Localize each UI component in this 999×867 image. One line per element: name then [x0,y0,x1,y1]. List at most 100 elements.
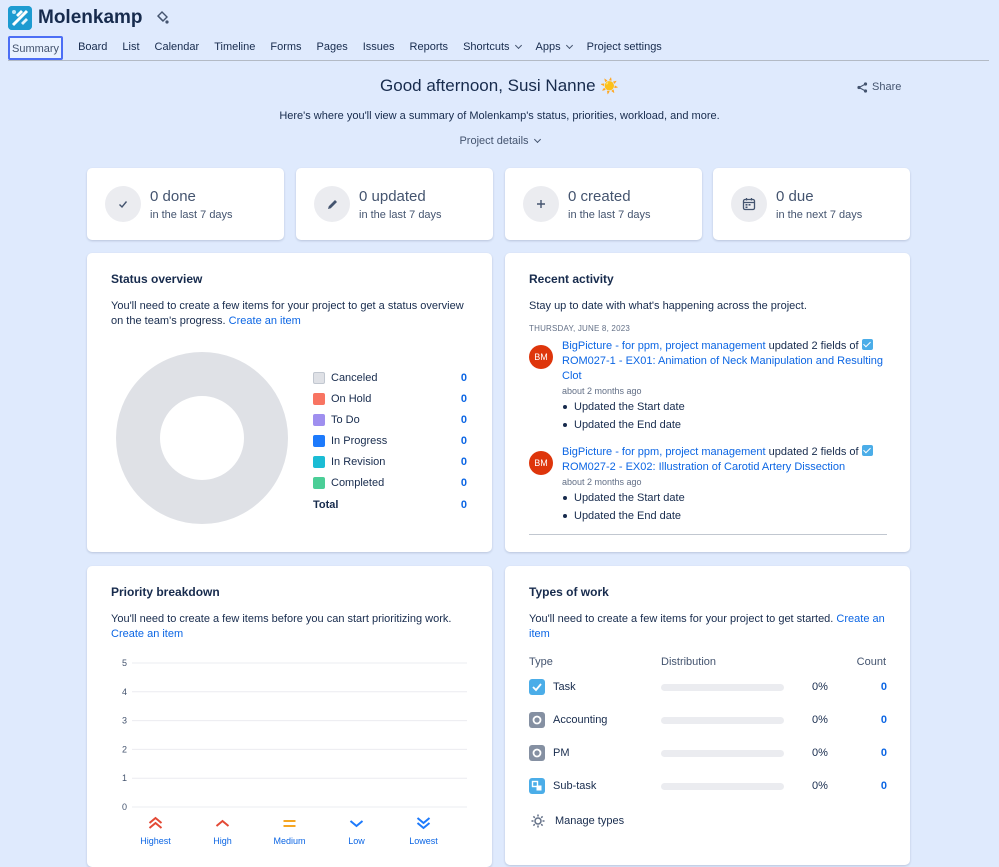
tab-timeline[interactable]: Timeline [207,36,262,60]
tab-list[interactable]: List [115,36,146,60]
stat-value: 0 updated [359,187,426,205]
project-details-toggle[interactable]: Project details [0,135,999,147]
x-tick-label[interactable]: Lowest [409,836,438,846]
legend-count-link[interactable]: 0 [461,456,467,468]
column-header-distribution: Distribution [661,656,717,668]
recent-activity-title: Recent activity [529,272,614,286]
project-header: Molenkamp [8,6,169,30]
type-count-link[interactable]: 0 [852,681,887,693]
types-of-work-card: Types of work You'll need to create a fe… [505,566,910,865]
status-donut-chart [116,352,288,524]
stat-card-created[interactable]: 0 created in the last 7 days [505,168,702,240]
pm-icon [529,745,545,761]
legend-count-link[interactable]: 0 [461,435,467,447]
create-item-link[interactable]: Create an item [111,628,183,640]
types-of-work-text: You'll need to create a few items for yo… [529,612,891,642]
legend-label: In Progress [331,434,388,447]
tab-shortcuts[interactable]: Shortcuts [456,36,527,60]
legend-count-link[interactable]: 0 [461,477,467,489]
legend-row-on-hold: On Hold 0 [313,388,467,409]
task-icon [861,445,873,456]
type-count-link[interactable]: 0 [852,714,887,726]
greeting-heading: Good afternoon, Susi Nanne ☀️ [0,76,999,96]
activity-time: about 2 months ago [562,477,642,487]
activity-summary: BigPicture - for ppm, project management… [562,445,889,475]
tab-label: Pages [316,41,348,53]
legend-row-in-progress: In Progress 0 [313,430,467,451]
create-item-link[interactable]: Create an item [229,315,301,327]
activity-actor-link[interactable]: BigPicture - for ppm, project management [562,340,766,352]
legend-count-link[interactable]: 0 [461,372,467,384]
x-tick-label[interactable]: High [213,836,232,846]
avatar[interactable]: BM [529,451,553,475]
project-logo[interactable] [8,6,32,30]
status-legend: Canceled 0 On Hold 0 To Do 0 In Progress 0 I… [313,367,467,515]
type-row-task: Task 0% 0 [529,678,887,696]
project-name: Molenkamp [38,7,143,28]
distribution-bar [661,782,784,790]
legend-row-canceled: Canceled 0 [313,367,467,388]
stat-card-updated[interactable]: 0 updated in the last 7 days [296,168,493,240]
type-label: Sub-task [553,780,597,792]
tab-calendar[interactable]: Calendar [148,36,207,60]
tab-label: Apps [535,41,561,53]
tab-label: Forms [270,41,302,53]
tab-board[interactable]: Board [71,36,114,60]
type-row-sub-task: Sub-task 0% 0 [529,777,887,795]
tab-issues[interactable]: Issues [356,36,402,60]
status-overview-text: You'll need to create a few items for yo… [111,299,476,329]
y-tick-label: 2 [122,744,127,754]
legend-swatch [313,413,325,426]
tab-pages[interactable]: Pages [310,36,355,60]
distribution-percent: 0% [812,681,828,693]
priority-bar-chart: 5 4 3 2 1 0 Highest High Medium Low Lowest [122,658,467,846]
activity-body: BigPicture - for ppm, project management… [562,445,889,525]
legend-count-link[interactable]: 0 [461,393,467,405]
type-label: Accounting [553,714,608,726]
priority-icon [148,816,163,829]
legend-total-count[interactable]: 0 [461,499,467,511]
stat-card-due[interactable]: 0 due in the next 7 days [713,168,910,240]
priority-icon [283,820,296,827]
tab-project-settings[interactable]: Project settings [580,36,669,60]
activity-issue-link[interactable]: ROM027-2 - EX02: Illustration of Carotid… [562,461,845,473]
greeting-text: Good afternoon, Susi Nanne [380,76,596,95]
x-tick-label[interactable]: Medium [273,836,305,846]
tab-apps[interactable]: Apps [529,36,579,60]
tab-forms[interactable]: Forms [263,36,308,60]
avatar[interactable]: BM [529,345,553,369]
y-tick-label: 3 [122,716,127,726]
legend-label: Completed [331,476,385,489]
plus-icon [523,186,559,222]
distribution-percent: 0% [812,747,828,759]
x-tick-label[interactable]: Highest [140,836,171,846]
stat-caption: in the last 7 days [568,208,651,221]
activity-issue-link[interactable]: ROM027-1 - EX01: Animation of Neck Manip… [562,355,883,382]
accounting-icon [529,712,545,728]
x-tick-label[interactable]: Low [348,836,365,846]
type-count-link[interactable]: 0 [852,780,887,792]
manage-types-button[interactable]: Manage types [529,812,624,830]
activity-actor-link[interactable]: BigPicture - for ppm, project management [562,446,766,458]
activity-summary: BigPicture - for ppm, project management… [562,339,889,384]
column-header-count: Count [856,656,886,668]
check-icon [105,186,141,222]
sun-icon: ☀️ [600,78,619,95]
recent-activity-text: Stay up to date with what's happening ac… [529,300,807,312]
status-overview-title: Status overview [111,272,203,286]
paint-bucket-icon[interactable] [155,11,169,25]
tab-label: Board [78,41,108,53]
type-count-link[interactable]: 0 [852,747,887,759]
priority-icon [349,820,364,828]
legend-row-in-revision: In Revision 0 [313,451,467,472]
share-button[interactable]: Share [857,81,901,93]
tab-summary[interactable]: Summary [8,36,64,60]
stat-card-done[interactable]: 0 done in the last 7 days [87,168,284,240]
tab-label: Issues [362,41,395,53]
legend-count-link[interactable]: 0 [461,414,467,426]
distribution-bar [661,749,784,757]
tab-reports[interactable]: Reports [403,36,456,60]
legend-swatch [313,371,325,384]
stat-value: 0 done [150,187,196,205]
tab-label: Summary [12,43,60,55]
